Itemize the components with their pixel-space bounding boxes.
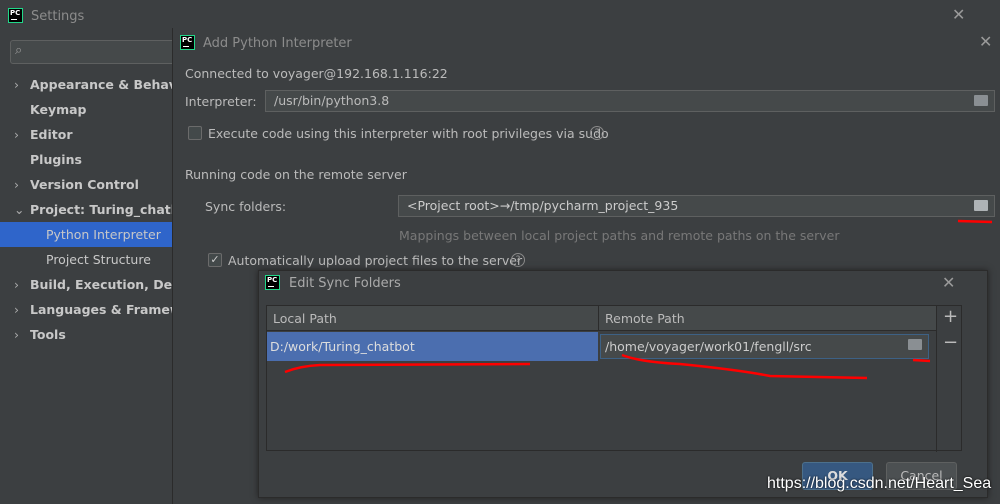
annotation-underline	[957, 219, 993, 224]
annotation-underline	[912, 358, 931, 363]
annotation-underline	[621, 353, 868, 380]
watermark: https://blog.csdn.net/Heart_Sea	[767, 475, 992, 492]
annotation-underline	[284, 362, 531, 374]
annotation-marks	[284, 219, 993, 380]
